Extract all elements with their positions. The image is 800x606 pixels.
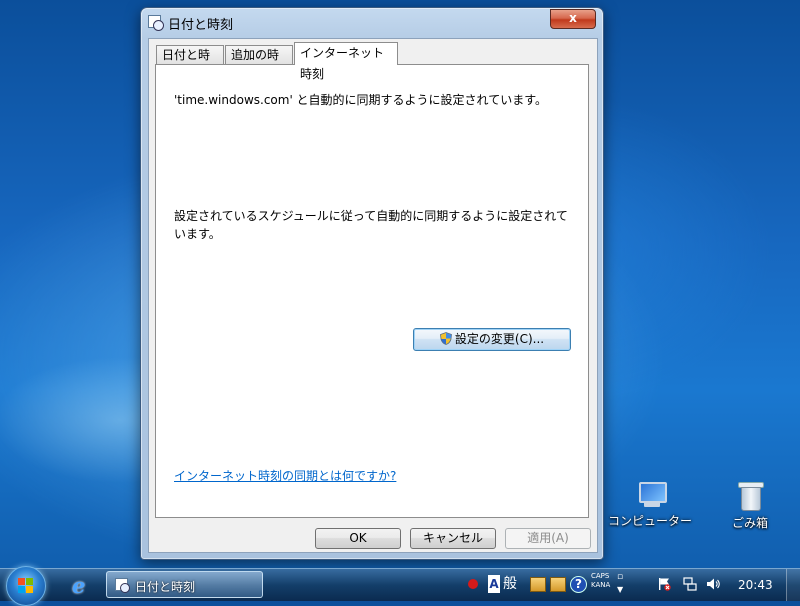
ime-dictionary-icon[interactable] <box>549 573 566 595</box>
internet-time-panel: 'time.windows.com' と自動的に同期するように設定されています。… <box>155 64 589 518</box>
ime-input-mode-button[interactable]: A <box>488 575 500 593</box>
taskbar: e 日付と時刻 A 般 ? CAPS KANA ▫ ▼ 20:43 <box>0 566 800 606</box>
taskbar-clock[interactable]: 20:43 <box>738 578 773 592</box>
ime-toolbox-icon[interactable] <box>529 573 546 595</box>
dialog-client-area: 日付と時刻 追加の時計 インターネット時刻 'time.windows.com'… <box>148 38 598 553</box>
schedule-text: 設定されているスケジュールに従って自動的に同期するように設定されています。 <box>174 209 568 241</box>
ime-dropdown-icon[interactable]: ▼ <box>617 585 623 594</box>
desktop-icon-label: コンピューター <box>607 514 692 528</box>
tab-date-time[interactable]: 日付と時刻 <box>156 45 224 81</box>
caps-kana-indicator: CAPS KANA <box>591 572 610 590</box>
action-center-flag-icon[interactable] <box>657 577 671 591</box>
uac-shield-icon <box>439 332 452 345</box>
date-time-window: 日付と時刻 x 日付と時刻 追加の時計 インターネット時刻 'time.wind… <box>140 7 604 560</box>
caps-label: CAPS <box>591 572 610 580</box>
date-time-app-icon <box>148 15 164 31</box>
internet-explorer-button[interactable]: e <box>64 571 98 598</box>
kana-label: KANA <box>591 581 611 589</box>
start-button[interactable] <box>6 566 46 606</box>
ime-conversion-mode-button[interactable]: 般 <box>503 573 527 595</box>
ime-pad-icon[interactable] <box>466 573 482 595</box>
ime-options-icon[interactable]: ▫ <box>617 572 623 582</box>
windows-logo-icon <box>18 578 34 594</box>
computer-icon <box>635 482 667 508</box>
taskbar-item-label: 日付と時刻 <box>135 580 196 594</box>
taskbar-item-date-time[interactable]: 日付と時刻 <box>106 571 263 598</box>
sync-status-text: 'time.windows.com' と自動的に同期するように設定されています。 <box>174 93 548 107</box>
network-icon[interactable] <box>683 577 697 591</box>
cancel-button[interactable]: キャンセル <box>410 528 496 549</box>
desktop-icon-recycle-bin[interactable]: ごみ箱 <box>704 482 796 531</box>
title-bar[interactable]: 日付と時刻 x <box>141 8 603 36</box>
recycle-bin-icon <box>738 482 764 511</box>
date-time-app-icon <box>115 578 130 593</box>
desktop-icon-label: ごみ箱 <box>731 516 768 530</box>
show-desktop-button[interactable] <box>786 569 800 601</box>
change-settings-label: 設定の変更(C)... <box>454 332 545 346</box>
tab-internet-time[interactable]: インターネット時刻 <box>294 42 398 81</box>
ok-button[interactable]: OK <box>315 528 401 549</box>
close-icon: x <box>569 11 577 25</box>
tab-additional-clocks[interactable]: 追加の時計 <box>225 45 293 81</box>
ime-help-icon[interactable]: ? <box>569 573 587 595</box>
internet-explorer-icon: e <box>72 573 86 598</box>
desktop-icon-computer[interactable]: コンピューター <box>604 482 696 529</box>
volume-icon[interactable] <box>706 577 720 591</box>
change-settings-button[interactable]: 設定の変更(C)... <box>413 328 571 351</box>
internet-time-help-link[interactable]: インターネット時刻の同期とは何ですか? <box>174 467 396 484</box>
apply-button[interactable]: 適用(A) <box>505 528 591 549</box>
close-button[interactable]: x <box>550 9 596 29</box>
window-title: 日付と時刻 <box>168 18 234 33</box>
